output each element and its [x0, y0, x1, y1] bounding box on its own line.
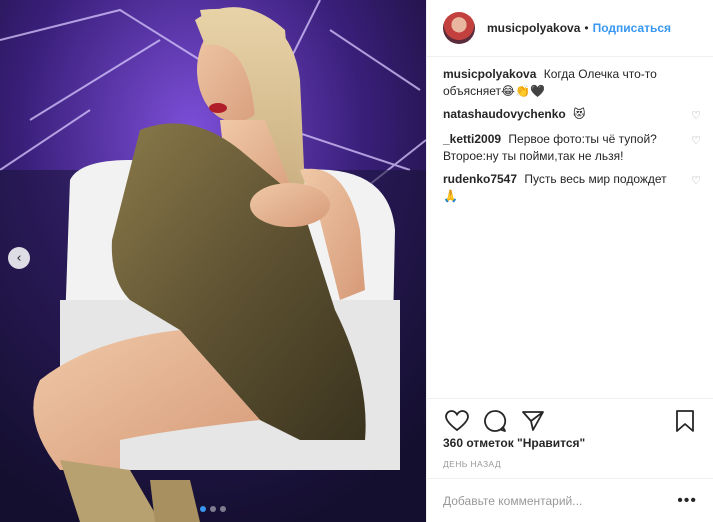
comments-list: musicpolyakova Когда Олечка что-то объяс… [443, 66, 703, 211]
comment-like-icon[interactable]: ♡ [689, 133, 703, 150]
instagram-post: ‹ musicpolyakova • Подписаться musicpoly… [0, 0, 713, 522]
comment-like-icon[interactable]: ♡ [689, 173, 703, 190]
list-item: _ketti2009 Первое фото:ты чё тупой? Втор… [443, 131, 703, 165]
more-options-icon[interactable]: ••• [677, 492, 697, 510]
comment-author[interactable]: natashaudovychenko [443, 107, 566, 121]
avatar[interactable] [443, 12, 475, 44]
carousel-dot [200, 506, 206, 512]
follow-button[interactable]: Подписаться [593, 21, 671, 35]
caption: musicpolyakova Когда Олечка что-то объяс… [443, 66, 703, 100]
comment-like-icon[interactable]: ♡ [689, 108, 703, 125]
post-header: musicpolyakova • Подписаться [427, 0, 713, 57]
action-icons [443, 406, 699, 436]
post-photo[interactable]: ‹ [0, 0, 426, 522]
speech-bubble-icon[interactable] [481, 407, 509, 435]
caption-author[interactable]: musicpolyakova [443, 67, 536, 81]
heart-outline-icon[interactable] [443, 407, 471, 435]
bookmark-icon[interactable] [671, 407, 699, 435]
photo-illustration [0, 0, 426, 522]
comment-author[interactable]: rudenko7547 [443, 172, 517, 186]
carousel-indicator [0, 506, 426, 512]
carousel-dot [210, 506, 216, 512]
carousel-prev-button[interactable]: ‹ [8, 247, 30, 269]
header-username[interactable]: musicpolyakova [487, 21, 580, 35]
header-separator: • [584, 21, 589, 35]
chevron-left-icon: ‹ [16, 250, 22, 266]
carousel-dot [220, 506, 226, 512]
paper-plane-icon[interactable] [519, 407, 547, 435]
comment-text: 😻 [573, 107, 586, 121]
timestamp[interactable]: день назад [443, 459, 501, 469]
add-comment-bar: ••• [427, 478, 713, 522]
comment-author[interactable]: _ketti2009 [443, 132, 501, 146]
list-item: natashaudovychenko 😻 ♡ [443, 106, 703, 125]
likes-count[interactable]: 360 отметок "Нравится" [443, 436, 585, 450]
post-sidebar: musicpolyakova • Подписаться musicpolyak… [426, 0, 713, 522]
list-item: rudenko7547 Пусть весь мир подождет 🙏 ♡ [443, 171, 703, 205]
comment-input[interactable] [443, 493, 678, 508]
